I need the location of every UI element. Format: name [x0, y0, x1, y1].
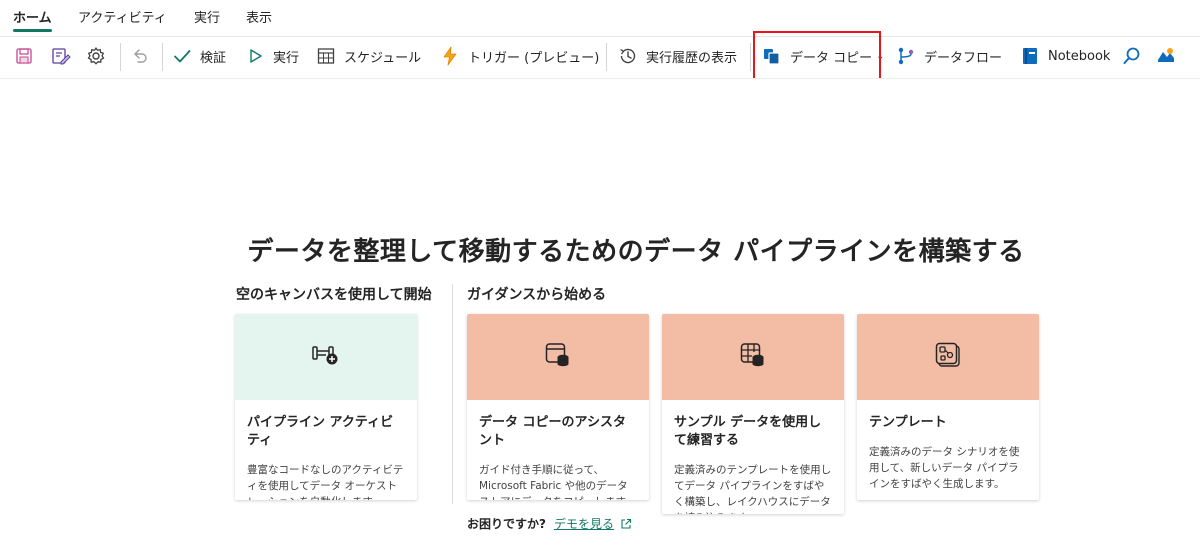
- toolbar-divider: [162, 43, 163, 71]
- lightning-icon: [440, 46, 460, 66]
- pipeline-add-icon: [312, 343, 340, 371]
- run-history-label: 実行履歴の表示: [646, 50, 738, 66]
- toolbar-divider: [120, 43, 121, 71]
- card-banner: [857, 314, 1039, 400]
- activity-icon: [1156, 46, 1176, 66]
- pipeline-activity-card[interactable]: パイプライン アクティビティ 豊富なコードなしのアクティビティを使用してデータ …: [235, 314, 417, 500]
- card-banner: [662, 314, 844, 400]
- dataflow-label: データフロー: [924, 50, 1003, 66]
- run-history-button[interactable]: 実行履歴の表示: [618, 37, 737, 75]
- copy-assistant-icon: [545, 342, 571, 372]
- undo-button[interactable]: [130, 37, 150, 75]
- card-description: 豊富なコードなしのアクティビティを使用してデータ オーケストレーションを自動化し…: [247, 464, 404, 500]
- sample-data-card[interactable]: サンプル データを使用して練習する 定義済みのテンプレートを使用してデータ パイ…: [662, 314, 844, 514]
- validate-label: 検証: [200, 50, 227, 66]
- notebook-icon: [1020, 46, 1040, 66]
- card-title: サンプル データを使用して練習する: [674, 415, 822, 448]
- trigger-label: トリガー (プレビュー): [468, 50, 600, 66]
- toolbar-divider: [606, 43, 607, 71]
- blank-canvas-section-title: 空のキャンバスを使用して開始: [236, 287, 432, 303]
- help-row: お困りですか? デモを見る: [467, 515, 632, 532]
- schedule-label: スケジュール: [344, 50, 422, 66]
- copy-data-button[interactable]: データ コピー ⌄: [762, 37, 885, 75]
- template-card[interactable]: テンプレート 定義済みのデータ シナリオを使用して、新しいデータ パイプラインを…: [857, 314, 1039, 500]
- validate-button[interactable]: 検証: [172, 37, 226, 75]
- tab-run[interactable]: 実行: [194, 10, 220, 32]
- tab-activities[interactable]: アクティビティ: [78, 10, 167, 32]
- lookup-button[interactable]: [1122, 37, 1142, 75]
- run-button[interactable]: 実行: [245, 37, 299, 75]
- ribbon-toolbar: 検証 実行 スケジュール トリガー (プレビュー) 実行履歴の表示 データ コピ…: [0, 36, 1200, 76]
- chevron-down-icon[interactable]: ⌄: [876, 51, 884, 62]
- copy-assistant-card[interactable]: データ コピーのアシスタント ガイド付き手順に従って、Microsoft Fab…: [467, 314, 649, 500]
- card-description: 定義済みのデータ シナリオを使用して、新しいデータ パイプラインをすばやく生成し…: [869, 446, 1020, 490]
- copy-data-icon: [762, 46, 782, 66]
- undo-icon: [130, 46, 150, 66]
- dataflow-icon: [896, 46, 916, 66]
- template-icon: [935, 342, 961, 372]
- sample-data-icon: [740, 342, 766, 372]
- search-icon: [1122, 46, 1142, 66]
- tab-home[interactable]: ホーム: [13, 10, 52, 32]
- schedule-button[interactable]: スケジュール: [316, 37, 421, 75]
- save-icon: [14, 46, 34, 66]
- page-headline: データを整理して移動するためのデータ パイプラインを構築する: [247, 237, 1025, 267]
- toolbar-divider: [750, 43, 751, 71]
- calendar-icon: [316, 46, 336, 66]
- edit-document-icon: [51, 46, 71, 66]
- card-banner: [467, 314, 649, 400]
- more-activities-button[interactable]: [1156, 37, 1176, 75]
- help-question: お困りですか?: [467, 517, 546, 531]
- card-title: パイプライン アクティビティ: [247, 415, 394, 448]
- notebook-button[interactable]: Notebook: [1020, 37, 1110, 75]
- edit-settings-button[interactable]: [51, 37, 71, 75]
- run-label: 実行: [273, 50, 300, 66]
- settings-button[interactable]: [86, 37, 106, 75]
- history-icon: [618, 46, 638, 66]
- card-banner: [235, 314, 417, 400]
- external-link-icon: [620, 518, 632, 530]
- canvas-area: データを整理して移動するためのデータ パイプラインを構築する 空のキャンバスを使…: [0, 78, 1200, 552]
- ribbon-tab-bar: ホーム アクティビティ 実行 表示: [0, 0, 1200, 36]
- notebook-label: Notebook: [1048, 48, 1111, 64]
- section-divider: [452, 284, 453, 504]
- copy-data-label: データ コピー: [790, 50, 873, 66]
- card-description: ガイド付き手順に従って、Microsoft Fabric や他のデータ ストアに…: [479, 464, 635, 500]
- card-description: 定義済みのテンプレートを使用してデータ パイプラインをすばやく構築し、レイクハウ…: [674, 464, 832, 514]
- gear-icon: [86, 46, 106, 66]
- dataflow-button[interactable]: データフロー: [896, 37, 1002, 75]
- save-button[interactable]: [14, 37, 34, 75]
- card-title: データ コピーのアシスタント: [479, 415, 627, 448]
- trigger-button[interactable]: トリガー (プレビュー): [440, 37, 599, 75]
- tab-view[interactable]: 表示: [246, 10, 272, 32]
- card-title: テンプレート: [869, 415, 947, 430]
- watch-demo-link[interactable]: デモを見る: [554, 515, 614, 532]
- checkmark-icon: [172, 46, 192, 66]
- guided-section-title: ガイダンスから始める: [467, 287, 607, 303]
- play-icon: [245, 46, 265, 66]
